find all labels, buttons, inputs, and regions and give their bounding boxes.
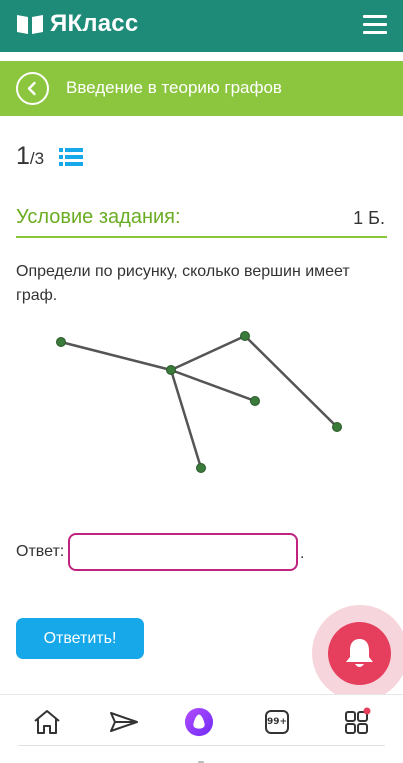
notifications-count: 99+ [266, 717, 288, 727]
graph-edge-v2-v4 [170, 368, 256, 403]
lesson-header: Введение в теорию графов [0, 61, 403, 116]
book-icon [17, 15, 43, 34]
task-list-icon[interactable] [59, 147, 83, 167]
graph-edge-v1-v2 [60, 340, 172, 372]
condition-header: Условие задания: 1 Б. [16, 204, 387, 238]
notification-bell-button[interactable] [328, 622, 391, 685]
lesson-title: Введение в теорию графов [66, 78, 282, 97]
graph-vertex-v1 [56, 337, 66, 347]
submit-answer-button[interactable]: Ответить! [16, 618, 144, 659]
top-app-bar: ЯКласс [0, 0, 403, 52]
condition-title: Условие задания: [16, 206, 181, 228]
answer-suffix: . [300, 545, 305, 562]
current-task-number: 1 [16, 142, 30, 170]
apps-grid-icon[interactable] [343, 707, 373, 737]
home-icon[interactable] [32, 707, 62, 737]
chevron-left-icon [27, 81, 36, 96]
graph-vertex-v2 [166, 365, 176, 375]
graph-edge-v2-v5 [169, 369, 203, 469]
task-points: 1 Б. [353, 208, 385, 228]
task-statement: Определи по рисунку, сколько вершин имее… [16, 263, 350, 304]
total-task-count: 3 [34, 149, 45, 168]
answer-label: Ответ: [16, 543, 65, 560]
brand-name: ЯКласс [50, 10, 139, 37]
graph-edge-v2-v3 [170, 334, 246, 372]
brand-logo[interactable]: ЯКласс [16, 9, 138, 39]
graph-vertex-v3 [240, 331, 250, 341]
bottom-navigation: 99+ [0, 694, 403, 763]
hamburger-menu-icon[interactable] [363, 15, 387, 35]
bell-icon [346, 639, 373, 667]
graph-vertex-v5 [196, 463, 206, 473]
graph-vertex-v6 [332, 422, 342, 432]
notifications-99-icon[interactable]: 99+ [265, 710, 289, 734]
alice-assistant-icon[interactable] [184, 707, 214, 737]
answer-row: Ответ: . [16, 533, 396, 571]
back-button[interactable] [16, 72, 49, 105]
send-icon[interactable] [109, 707, 139, 737]
graph-edge-v3-v6 [244, 335, 338, 428]
nav-separator [18, 745, 385, 746]
graph-vertex-v4 [250, 396, 260, 406]
task-progress: 1 / 3 [16, 142, 44, 171]
answer-input[interactable] [68, 533, 298, 571]
